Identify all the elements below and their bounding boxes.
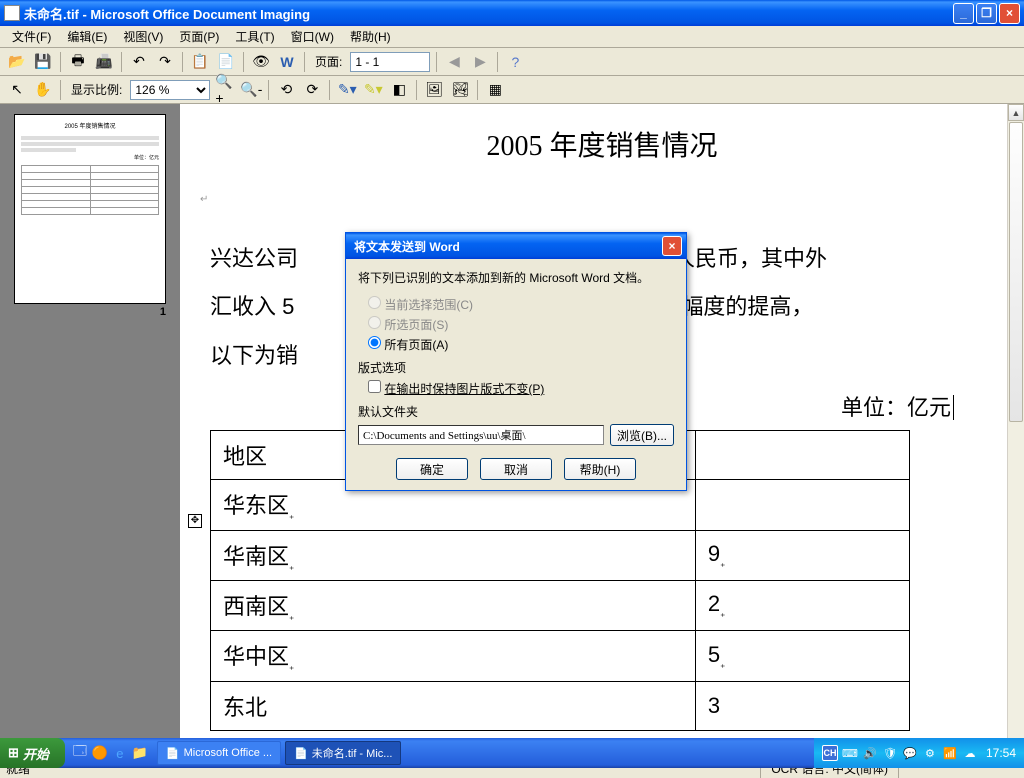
pointer-icon[interactable]: ↖ [6, 79, 28, 101]
quick-launch: 🗔 🟠 e 📁 [65, 744, 155, 762]
table-row: 西南区₊2₊ [211, 580, 910, 630]
tray-icon-4[interactable]: 💬 [902, 745, 918, 761]
scroll-up-icon[interactable]: ▲ [1008, 104, 1024, 121]
ql-icon-1[interactable]: 🟠 [91, 744, 109, 762]
dialog-instruction: 将下列已识别的文本添加到新的 Microsoft Word 文档。 [358, 269, 674, 286]
zoom-label: 显示比例: [67, 81, 126, 98]
default-folder-label: 默认文件夹 [358, 403, 674, 420]
next-page-icon[interactable]: ▶ [469, 51, 491, 73]
window-title: 未命名.tif - Microsoft Office Document Imag… [24, 4, 953, 23]
page-range-group: 当前选择范围(C) 所选页面(S) 所有页面(A) [358, 296, 674, 353]
tray-icon-2[interactable]: 🔊 [862, 745, 878, 761]
clock[interactable]: 17:54 [982, 746, 1016, 760]
page-thumbnail[interactable]: 2005 年度销售情况 单位：亿元 [14, 114, 166, 304]
taskbar-item-modi[interactable]: 📄 Microsoft Office ... [157, 741, 281, 765]
zoom-out-icon[interactable]: 🔍- [240, 79, 262, 101]
eraser-icon[interactable]: ◧ [388, 79, 410, 101]
thumbnail-page-number: 1 [10, 306, 170, 318]
hand-icon[interactable]: ✋ [32, 79, 54, 101]
menu-page[interactable]: 页面(P) [171, 26, 227, 47]
windows-logo-icon: ⊞ [8, 745, 19, 761]
menu-tools[interactable]: 工具(T) [227, 26, 282, 47]
layout-options-label: 版式选项 [358, 359, 674, 376]
insert-image-icon[interactable]: 🏞 [449, 79, 471, 101]
table-move-handle[interactable]: ✥ [188, 514, 202, 528]
vertical-scrollbar[interactable]: ▲ ▼ [1007, 104, 1024, 758]
table-row: 华南区₊9₊ [211, 530, 910, 580]
dialog-title: 将文本发送到 Word [350, 238, 662, 255]
app-icon [4, 5, 20, 21]
radio-selected-pages: 所选页面(S) [368, 316, 674, 333]
tray-icon-5[interactable]: ⚙ [922, 745, 938, 761]
scan-icon[interactable]: 📠 [93, 51, 115, 73]
menu-window[interactable]: 窗口(W) [283, 26, 342, 47]
browse-button[interactable]: 浏览(B)... [610, 424, 674, 446]
modi-icon: 📄 [166, 747, 180, 760]
print-icon[interactable]: 🖶 [67, 51, 89, 73]
rotate-left-icon[interactable]: ⟲ [275, 79, 297, 101]
tray-icon-3[interactable]: 🛡 [882, 745, 898, 761]
send-to-word-dialog: 将文本发送到 Word × 将下列已识别的文本添加到新的 Microsoft W… [345, 232, 687, 491]
ql-icon-2[interactable]: 📁 [131, 744, 149, 762]
menu-view[interactable]: 视图(V) [115, 26, 171, 47]
select-image-icon[interactable]: 🖼 [423, 79, 445, 101]
thumbnail-panel: 2005 年度销售情况 单位：亿元 1 [0, 104, 180, 758]
zoom-select[interactable]: 126 % [130, 80, 210, 100]
doc-icon: 📄 [294, 747, 308, 760]
window-titlebar: 未命名.tif - Microsoft Office Document Imag… [0, 0, 1024, 26]
menu-help[interactable]: 帮助(H) [342, 26, 399, 47]
taskbar: ⊞ 开始 🗔 🟠 e 📁 📄 Microsoft Office ... 📄 未命… [0, 738, 1024, 768]
show-desktop-icon[interactable]: 🗔 [71, 744, 89, 762]
language-indicator[interactable]: CH [822, 745, 838, 761]
prev-page-icon[interactable]: ◀ [443, 51, 465, 73]
tray-icon-6[interactable]: 📶 [942, 745, 958, 761]
menu-bar: 文件(F) 编辑(E) 视图(V) 页面(P) 工具(T) 窗口(W) 帮助(H… [0, 26, 1024, 48]
table-row: 东北3 [211, 681, 910, 730]
menu-edit[interactable]: 编辑(E) [59, 26, 115, 47]
ocr-icon[interactable]: 👁 [250, 51, 272, 73]
help-button[interactable]: 帮助(H) [564, 458, 636, 480]
help-icon[interactable]: ? [504, 51, 526, 73]
radio-current-selection: 当前选择范围(C) [368, 296, 674, 313]
undo-icon[interactable]: ↶ [128, 51, 150, 73]
cancel-button[interactable]: 取消 [480, 458, 552, 480]
page-label: 页面: [311, 53, 346, 70]
send-to-word-icon[interactable]: W [276, 51, 298, 73]
keep-layout-checkbox[interactable]: 在输出时保持图片版式不变(P) [358, 380, 674, 397]
maximize-button[interactable]: ❐ [976, 3, 997, 24]
paste-icon[interactable]: 📄 [215, 51, 237, 73]
scroll-thumb[interactable] [1009, 122, 1023, 422]
highlighter-icon[interactable]: ✎▾ [362, 79, 384, 101]
ok-button[interactable]: 确定 [396, 458, 468, 480]
minimize-button[interactable]: _ [953, 3, 974, 24]
ie-icon[interactable]: e [111, 744, 129, 762]
open-icon[interactable]: 📂 [6, 51, 28, 73]
radio-all-pages[interactable]: 所有页面(A) [368, 336, 674, 353]
system-tray: CH ⌨ 🔊 🛡 💬 ⚙ 📶 ☁ 17:54 [814, 738, 1024, 768]
view-toolbar: ↖ ✋ 显示比例: 126 % 🔍+ 🔍- ⟲ ⟳ ✎▾ ✎▾ ◧ 🖼 🏞 ▦ [0, 76, 1024, 104]
start-button[interactable]: ⊞ 开始 [0, 738, 65, 768]
save-icon[interactable]: 💾 [32, 51, 54, 73]
table-row: 华中区₊5₊ [211, 631, 910, 681]
copy-icon[interactable]: 📋 [189, 51, 211, 73]
zoom-in-icon[interactable]: 🔍+ [214, 79, 236, 101]
tray-icon-7[interactable]: ☁ [962, 745, 978, 761]
tray-icon-1[interactable]: ⌨ [842, 745, 858, 761]
standard-toolbar: 📂 💾 🖶 📠 ↶ ↷ 📋 📄 👁 W 页面: ◀ ▶ ? [0, 48, 1024, 76]
close-button[interactable]: × [999, 3, 1020, 24]
redo-icon[interactable]: ↷ [154, 51, 176, 73]
taskbar-item-document[interactable]: 📄 未命名.tif - Mic... [285, 741, 401, 765]
page-input[interactable] [350, 52, 430, 72]
pen-blue-icon[interactable]: ✎▾ [336, 79, 358, 101]
dialog-titlebar[interactable]: 将文本发送到 Word × [346, 233, 686, 259]
rotate-right-icon[interactable]: ⟳ [301, 79, 323, 101]
dialog-close-button[interactable]: × [662, 236, 682, 256]
menu-file[interactable]: 文件(F) [4, 26, 59, 47]
document-title: 2005 年度销售情况 [210, 124, 994, 164]
folder-path-input[interactable] [358, 425, 604, 445]
thumbnail-view-icon[interactable]: ▦ [484, 79, 506, 101]
